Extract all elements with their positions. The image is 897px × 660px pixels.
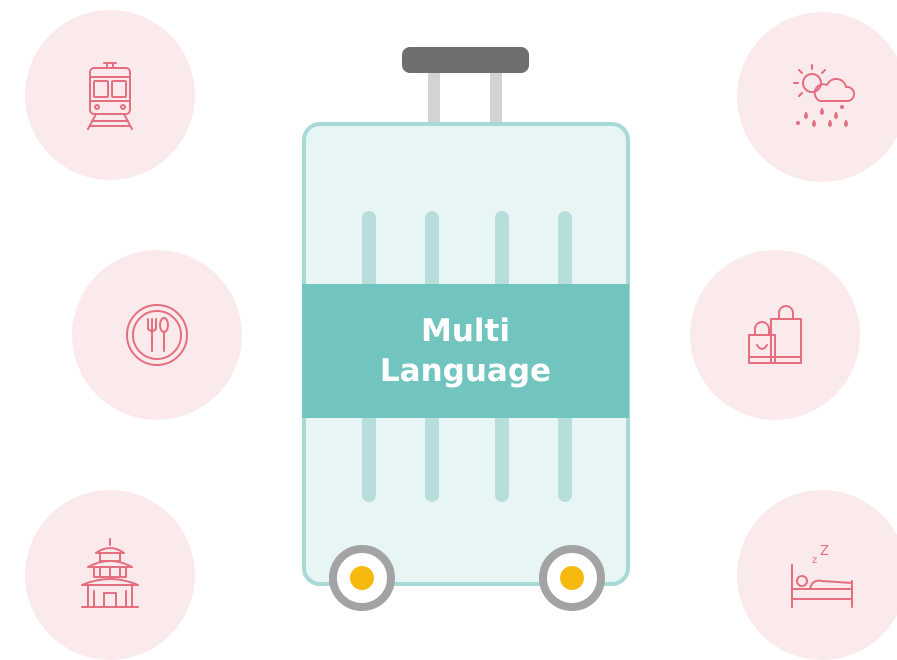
suitcase-handle <box>402 47 529 73</box>
weather-icon <box>793 64 856 127</box>
weather-icon-badge <box>737 12 897 182</box>
temple-icon-badge <box>25 490 195 660</box>
handle-pole-left <box>428 70 440 126</box>
label-line-2: Language <box>379 353 552 389</box>
sleeping-bed-icon-badge: z Z <box>737 490 897 660</box>
shopping-bags-icon-badge <box>690 250 860 420</box>
train-icon <box>87 62 133 130</box>
sleeping-bed-icon: z Z <box>791 544 853 608</box>
svg-text:z: z <box>812 555 817 566</box>
wheel-left <box>329 545 395 611</box>
svg-text:Z: Z <box>820 544 829 559</box>
dining-plate-icon <box>126 304 188 366</box>
train-icon-badge <box>25 10 195 180</box>
label-line-1: Multi <box>421 313 510 349</box>
temple-icon <box>81 538 139 608</box>
dining-plate-icon-badge <box>72 250 242 420</box>
handle-pole-right <box>490 70 502 126</box>
multi-language-label: Multi Language <box>302 284 629 418</box>
shopping-bags-icon <box>748 305 802 364</box>
wheel-right <box>539 545 605 611</box>
